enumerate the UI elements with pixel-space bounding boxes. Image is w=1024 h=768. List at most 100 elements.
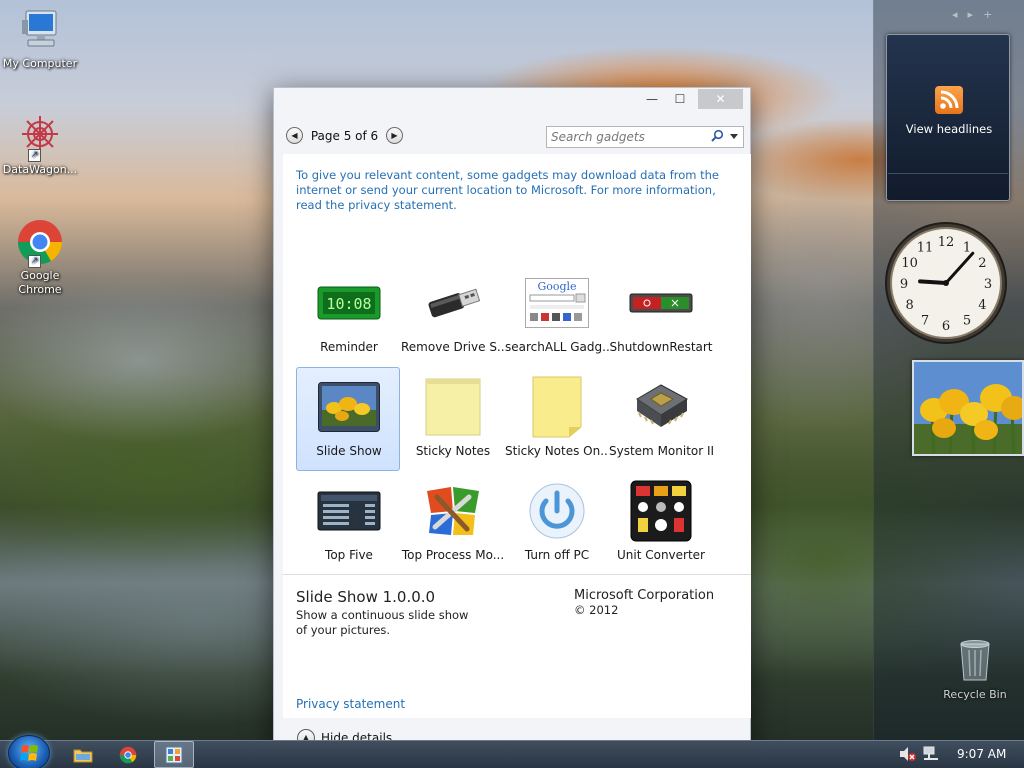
gadget-label: Top Five <box>325 548 373 562</box>
recycle-bin[interactable]: Recycle Bin <box>937 636 1013 701</box>
usb-drive-icon <box>421 271 485 335</box>
gadget-label: ShutdownRestart <box>609 340 713 354</box>
gadget-details-panel: Slide Show 1.0.0.0 Show a continuous sli… <box>283 574 751 718</box>
gadget-tile-top-process-monitor[interactable]: Top Process Mo... <box>400 471 504 575</box>
gadget-tile-system-monitor[interactable]: System Monitor II <box>608 367 713 471</box>
gadget-label: Unit Converter <box>616 548 705 562</box>
clock-numeral: 12 <box>938 235 955 250</box>
unit-converter-icon <box>629 479 693 543</box>
svg-text:Google: Google <box>537 280 576 293</box>
clock-numeral: 5 <box>963 313 971 328</box>
gadget-list-panel: To give you relevant content, some gadge… <box>283 154 751 574</box>
volume-muted-icon[interactable] <box>898 746 916 762</box>
clock-gadget[interactable]: 1234567891011 12 <box>884 221 1008 345</box>
sticky-note-online-icon <box>525 375 589 439</box>
taskbar-clock[interactable]: 9:07 AM <box>957 747 1006 761</box>
sticky-note-icon <box>421 375 485 439</box>
recycle-bin-label: Recycle Bin <box>943 688 1007 701</box>
gadget-label: Reminder <box>320 340 378 354</box>
gadget-tile-reminder[interactable]: 10:08 Reminder <box>296 263 400 367</box>
clock-numeral: 9 <box>900 277 908 292</box>
feed-headlines-gadget[interactable]: View headlines <box>886 34 1010 201</box>
gadget-tile-turn-off-pc[interactable]: Turn off PC <box>504 471 608 575</box>
clock-numeral: 1 <box>963 241 971 256</box>
gadget-label: Top Process Mo... <box>401 548 505 562</box>
desktop-icon-google-chrome[interactable]: ↗ Google Chrome <box>0 218 80 297</box>
desktop-icon-datawagon[interactable]: ↗ DataWagon... <box>0 112 80 177</box>
slideshow-icon <box>317 375 381 439</box>
page-indicator: Page 5 of 6 <box>310 128 379 143</box>
gadget-label: Slide Show <box>316 444 382 458</box>
privacy-info-text[interactable]: To give you relevant content, some gadge… <box>296 168 731 213</box>
gadget-tile-slide-show[interactable]: Slide Show <box>296 367 400 471</box>
shortcut-arrow-icon: ↗ <box>28 149 41 162</box>
top-five-icon <box>317 479 381 543</box>
gallery-toolbar: ◀ Page 5 of 6 ▶ <box>274 118 750 148</box>
feed-divider <box>888 173 1008 174</box>
process-tools-icon <box>421 479 485 543</box>
search-input[interactable] <box>551 128 706 146</box>
window-titlebar[interactable]: — ☐ ✕ <box>274 88 750 118</box>
shutdown-restart-icon <box>629 271 693 335</box>
gadget-label: Turn off PC <box>524 548 590 562</box>
detail-title: Slide Show 1.0.0.0 <box>296 588 436 606</box>
previous-page-button[interactable]: ◀ <box>286 127 303 144</box>
gadget-tile-unit-converter[interactable]: Unit Converter <box>608 471 712 575</box>
system-tray: 9:07 AM <box>0 741 1024 768</box>
gadget-tile-top-five[interactable]: Top Five <box>296 471 400 575</box>
gadget-label: Sticky Notes On... <box>505 444 609 458</box>
taskbar: 9:07 AM <box>0 735 1024 768</box>
computer-icon <box>16 8 64 54</box>
view-headlines-label[interactable]: View headlines <box>887 122 1011 136</box>
clock-numeral: 10 <box>901 256 918 271</box>
detail-copyright: © 2012 <box>574 603 619 617</box>
cpu-chip-icon <box>629 375 693 439</box>
clock-numeral: 3 <box>984 277 992 292</box>
gadget-label: Remove Drive S... <box>401 340 505 354</box>
gadget-tile-shutdown-restart[interactable]: ShutdownRestart <box>608 263 713 367</box>
search-box <box>546 126 744 148</box>
desktop-icon-my-computer[interactable]: My Computer <box>0 8 80 71</box>
slideshow-gadget[interactable] <box>912 360 1024 456</box>
detail-description: Show a continuous slide show of your pic… <box>296 608 469 637</box>
detail-publisher: Microsoft Corporation <box>574 588 715 603</box>
maximize-button[interactable]: ☐ <box>666 89 694 109</box>
sidebar-add-icon[interactable]: + <box>983 8 992 21</box>
gadget-tile-searchall[interactable]: Google searchALL Gadg... <box>504 263 609 367</box>
chrome-icon: ↗ <box>16 218 64 268</box>
network-icon[interactable] <box>922 746 940 762</box>
gadget-tile-sticky-notes[interactable]: Sticky Notes <box>400 367 504 471</box>
privacy-statement-link[interactable]: Privacy statement <box>296 697 405 711</box>
clock-numeral: 4 <box>978 298 986 313</box>
recycle-bin-icon <box>960 640 990 681</box>
gadget-label: Sticky Notes <box>415 444 491 458</box>
search-dropdown-icon[interactable] <box>730 134 738 139</box>
desktop-icon-label: Google Chrome <box>18 269 62 296</box>
close-button[interactable]: ✕ <box>698 89 743 109</box>
rss-icon <box>935 86 963 114</box>
clock-numeral: 7 <box>921 313 929 328</box>
search-icon[interactable] <box>710 129 724 143</box>
clock-numeral: 8 <box>905 298 913 313</box>
desktop-icon-label: My Computer <box>2 57 78 70</box>
clock-numeral: 2 <box>978 256 986 271</box>
gadget-label: searchALL Gadg... <box>505 340 609 354</box>
reminder-icon: 10:08 <box>317 271 381 335</box>
datawagon-icon: ↗ <box>16 112 64 162</box>
power-icon <box>525 479 589 543</box>
desktop-icon-label: DataWagon... <box>2 163 78 176</box>
next-page-button[interactable]: ▶ <box>386 127 403 144</box>
minimize-button[interactable]: — <box>638 89 666 109</box>
gadget-tile-remove-drive[interactable]: Remove Drive S... <box>400 263 505 367</box>
sidebar-prev-icon[interactable]: ◂ <box>952 8 958 21</box>
gadget-gallery-window: — ☐ ✕ ◀ Page 5 of 6 ▶ To give you releva… <box>273 87 751 768</box>
clock-numeral: 6 <box>942 319 950 334</box>
clock-numeral: 11 <box>917 241 934 256</box>
svg-text:10:08: 10:08 <box>326 295 371 313</box>
shortcut-arrow-icon: ↗ <box>28 255 41 268</box>
gadget-tile-sticky-notes-online[interactable]: Sticky Notes On... <box>504 367 609 471</box>
sidebar-next-icon[interactable]: ▸ <box>968 8 974 21</box>
google-search-icon: Google <box>525 271 589 335</box>
clock-hour-hand <box>918 279 948 285</box>
page-navigator: ◀ Page 5 of 6 ▶ <box>286 127 403 144</box>
